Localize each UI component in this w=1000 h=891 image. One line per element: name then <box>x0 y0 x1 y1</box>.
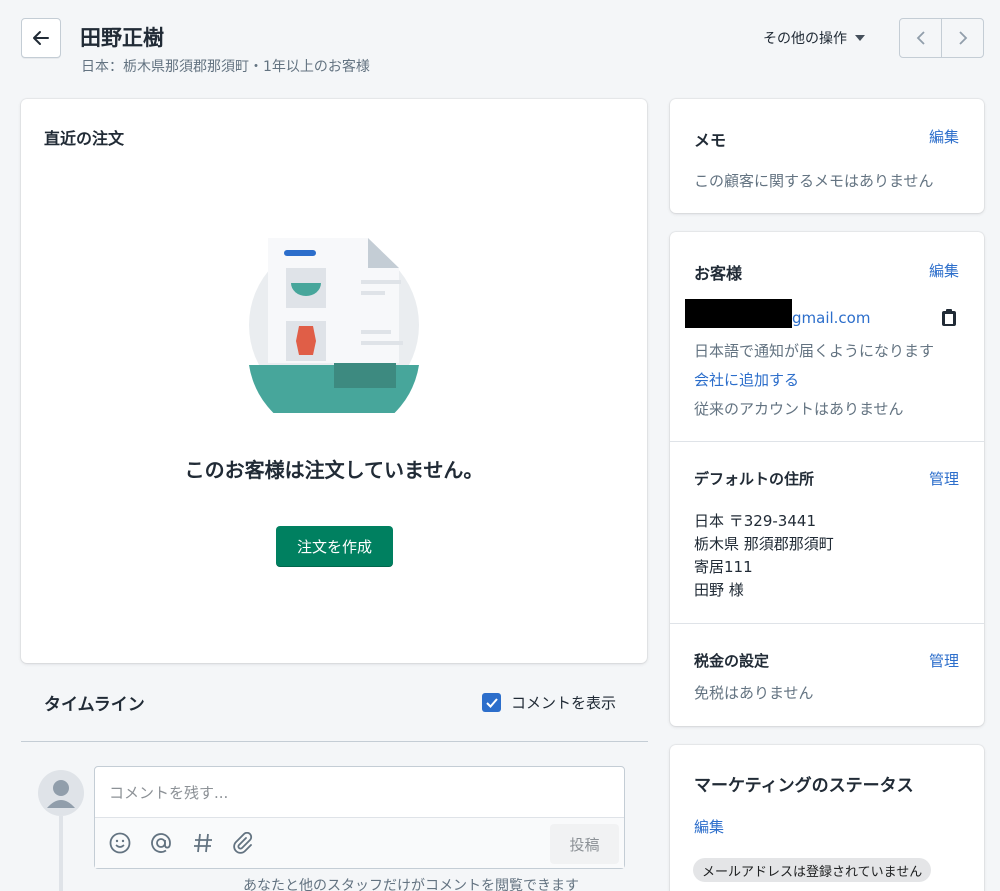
checkmark-icon <box>485 697 498 708</box>
address-line: 田野 様 <box>694 581 744 599</box>
attachment-icon[interactable] <box>232 832 254 854</box>
legacy-account-note: 従来のアカウントはありません <box>694 400 904 418</box>
page-title: 田野正樹 <box>80 26 164 50</box>
empty-orders-illustration <box>249 238 419 413</box>
default-address-title: デフォルトの住所 <box>694 470 815 488</box>
mention-icon[interactable] <box>150 832 172 854</box>
marketing-title: マーケティングのステータス <box>694 776 914 796</box>
timeline-title: タイムライン <box>44 695 145 715</box>
default-address: 日本 〒329-3441 栃木県 那須郡那須町 寄居111 田野 様 <box>694 510 834 602</box>
address-manage-link[interactable]: 管理 <box>929 468 959 489</box>
show-comments-toggle[interactable]: コメントを表示 <box>482 692 616 713</box>
status-badge: メールアドレスは登録されていません <box>693 858 932 882</box>
memo-empty-text: この顧客に関するメモはありません <box>694 172 934 190</box>
add-company-link[interactable]: 会社に追加する <box>694 369 799 390</box>
customer-edit-link[interactable]: 編集 <box>929 260 959 281</box>
tax-settings-title: 税金の設定 <box>694 652 770 670</box>
empty-orders-message: このお客様は注文していません。 <box>184 458 484 482</box>
clipboard-icon[interactable] <box>940 308 958 327</box>
comment-composer: コメントを残す... 投稿 <box>94 766 625 869</box>
show-comments-checkbox[interactable] <box>482 693 501 712</box>
back-button[interactable] <box>21 18 61 58</box>
customer-title: お客様 <box>694 264 743 283</box>
address-line: 栃木県 那須郡那須町 <box>694 535 834 553</box>
customer-divider <box>670 623 984 624</box>
page-subtitle: 日本：栃木県那須郡那須町・1年以上のお客様 <box>81 59 370 75</box>
tax-note: 免税はありません <box>694 684 814 702</box>
timeline-line <box>59 816 63 891</box>
tax-manage-link[interactable]: 管理 <box>929 650 959 671</box>
create-order-button[interactable]: 注文を作成 <box>276 526 393 567</box>
memo-edit-link[interactable]: 編集 <box>929 126 959 147</box>
more-actions-label: その他の操作 <box>763 31 847 47</box>
show-comments-label: コメントを表示 <box>511 694 617 712</box>
redacted-email <box>685 299 792 328</box>
post-button[interactable]: 投稿 <box>550 824 619 864</box>
comment-input[interactable]: コメントを残す... <box>95 767 624 817</box>
emoji-icon[interactable] <box>109 832 131 854</box>
caret-down-icon <box>855 35 865 41</box>
customer-email[interactable]: gmail.com <box>792 309 870 327</box>
avatar <box>38 770 84 816</box>
hashtag-icon[interactable] <box>192 832 214 854</box>
previous-button[interactable] <box>900 19 942 57</box>
comment-toolbar: 投稿 <box>95 817 624 868</box>
memo-card: メモ 編集 この顧客に関するメモはありません <box>670 99 984 213</box>
next-button[interactable] <box>942 19 983 57</box>
address-line: 日本 〒329-3441 <box>694 512 816 530</box>
arrow-left-icon <box>33 31 49 45</box>
avatar-icon <box>47 780 75 808</box>
marketing-edit-link[interactable]: 編集 <box>694 816 724 837</box>
recent-orders-card: 直近の注文 このお客様は注文していません。 注文を作成 <box>21 99 647 663</box>
customer-card: お客様 編集 gmail.com 日本語で通知が届くようになります 会社に追加す… <box>670 232 984 726</box>
customer-divider <box>670 441 984 442</box>
recent-orders-title: 直近の注文 <box>44 129 125 148</box>
memo-title: メモ <box>694 131 727 150</box>
pagination <box>899 18 984 58</box>
language-note: 日本語で通知が届くようになります <box>694 342 935 360</box>
address-line: 寄居111 <box>694 558 753 576</box>
chevron-right-icon <box>958 31 967 45</box>
more-actions-button[interactable]: その他の操作 <box>763 28 865 48</box>
marketing-status-card: マーケティングのステータス 編集 メールアドレスは登録されていません <box>670 745 984 891</box>
comment-visibility-note: あなたと他のスタッフだけがコメントを閲覧できます <box>243 878 579 891</box>
chevron-left-icon <box>916 31 925 45</box>
timeline-divider <box>21 741 648 742</box>
